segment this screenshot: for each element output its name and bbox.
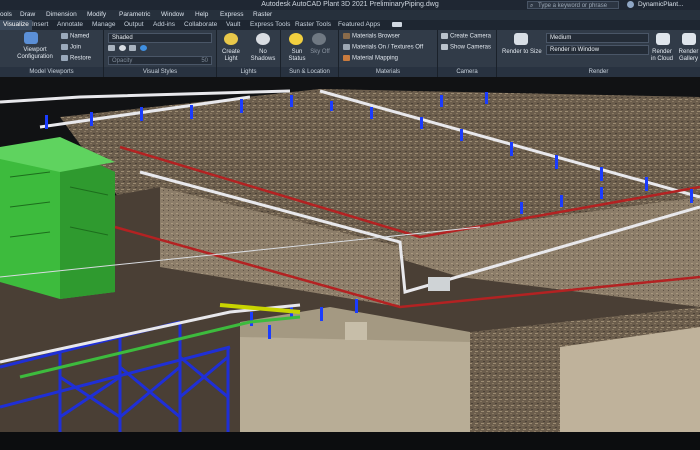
render-gallery-icon[interactable] xyxy=(682,33,696,45)
status-bar xyxy=(0,432,700,450)
rooftop-unit xyxy=(428,277,450,291)
tab-add-ins[interactable]: Add-ins xyxy=(153,20,175,30)
ribbon-tabs: Visualize Insert Annotate Manage Output … xyxy=(0,20,700,30)
menu-dimension[interactable]: Dimension xyxy=(46,10,77,20)
user-name[interactable]: DynamicPlant... xyxy=(638,0,684,10)
sky-off-button[interactable]: Sky Off xyxy=(310,49,330,56)
camera-icon xyxy=(441,33,448,39)
render-target-dropdown[interactable]: Render in Window xyxy=(546,45,649,55)
render-quality-dropdown[interactable]: Medium xyxy=(546,33,649,43)
panel-visual-styles[interactable]: Visual Styles xyxy=(104,67,216,77)
visual-style-value: Shaded xyxy=(112,35,133,41)
material-mapping-button[interactable]: Material Mapping xyxy=(343,55,398,62)
named-label: Named xyxy=(70,33,90,40)
menu-modify[interactable]: Modify xyxy=(87,10,106,20)
shadows-icon[interactable] xyxy=(256,33,270,45)
ribbon: Viewport Configuration Named Join Restor… xyxy=(0,30,700,77)
panel-sun-location[interactable]: Sun & Location xyxy=(281,67,338,77)
viewport-config-button[interactable]: Viewport Configuration xyxy=(15,47,55,61)
point-cloud-scene[interactable] xyxy=(0,77,700,450)
restore-label: Restore xyxy=(70,55,92,62)
tab-express-tools[interactable]: Express Tools xyxy=(250,20,290,30)
panel-materials[interactable]: Materials xyxy=(339,67,437,77)
no-shadows-button[interactable]: No Shadows xyxy=(249,49,277,63)
materials-on-icon xyxy=(343,44,350,50)
menu-window[interactable]: Window xyxy=(161,10,184,20)
create-light-button[interactable]: Create Light xyxy=(219,49,243,63)
restore-icon xyxy=(61,55,68,61)
opacity-slider[interactable]: Opacity 50 xyxy=(108,56,212,65)
create-camera-button[interactable]: Create Camera xyxy=(441,33,491,40)
user-icon[interactable] xyxy=(627,1,634,8)
visual-style-tools[interactable] xyxy=(108,45,149,52)
menu-help[interactable]: Help xyxy=(195,10,208,20)
panel-camera[interactable]: Camera xyxy=(438,67,496,77)
menu-draw[interactable]: Draw xyxy=(20,10,35,20)
render-gallery-button[interactable]: Render Gallery xyxy=(677,49,700,63)
search-input[interactable]: ⌕ Type a keyword or phrase xyxy=(527,1,619,9)
materials-textures-dropdown[interactable]: Materials On / Textures Off xyxy=(343,44,423,51)
model-viewport[interactable] xyxy=(0,77,700,450)
menu-raster[interactable]: Raster xyxy=(253,10,272,20)
join-label: Join xyxy=(70,44,82,51)
materials-browser-icon xyxy=(343,33,350,39)
materials-browser-button[interactable]: Materials Browser xyxy=(343,33,400,40)
edge-icon xyxy=(108,45,115,51)
render-cloud-icon[interactable] xyxy=(656,33,670,45)
material-mapping-label: Material Mapping xyxy=(352,55,399,62)
render-in-cloud-button[interactable]: Render in Cloud xyxy=(650,49,674,63)
named-icon xyxy=(61,33,68,39)
named-button[interactable]: Named xyxy=(61,33,89,40)
sun-status-button[interactable]: Sun Status xyxy=(285,49,309,63)
sky-icon[interactable] xyxy=(312,33,326,45)
restore-button[interactable]: Restore xyxy=(61,55,91,62)
join-icon xyxy=(61,44,68,50)
panel-render[interactable]: Render xyxy=(497,67,700,77)
menu-tools[interactable]: ools xyxy=(0,10,12,20)
menu-parametric[interactable]: Parametric xyxy=(119,10,150,20)
tab-raster-tools[interactable]: Raster Tools xyxy=(295,20,331,30)
materials-browser-label: Materials Browser xyxy=(352,33,401,40)
panel-lights[interactable]: Lights xyxy=(217,67,280,77)
search-icon: ⌕ xyxy=(530,3,534,9)
menu-express[interactable]: Express xyxy=(220,10,243,20)
join-button[interactable]: Join xyxy=(61,44,81,51)
search-placeholder: Type a keyword or phrase xyxy=(538,3,608,9)
show-cameras-button[interactable]: Show Cameras xyxy=(441,44,491,51)
materials-textures-label: Materials On / Textures Off xyxy=(352,44,424,51)
sun-icon[interactable] xyxy=(289,33,303,45)
render-target-value: Render in Window xyxy=(550,47,600,53)
tab-collaborate[interactable]: Collaborate xyxy=(184,20,217,30)
viewport-config-icon[interactable] xyxy=(24,32,38,44)
render-to-size-button[interactable]: Render to Size xyxy=(502,49,542,55)
tab-overflow-icon[interactable] xyxy=(392,22,402,27)
create-light-icon[interactable] xyxy=(224,33,238,45)
show-cameras-icon xyxy=(441,44,448,50)
color-icon xyxy=(140,45,148,51)
tab-insert[interactable]: Insert xyxy=(32,20,48,30)
tab-vault[interactable]: Vault xyxy=(226,20,240,30)
create-camera-label: Create Camera xyxy=(450,33,492,40)
visual-style-dropdown[interactable]: Shaded xyxy=(108,33,212,43)
material-mapping-icon xyxy=(343,55,350,61)
tab-featured-apps[interactable]: Featured Apps xyxy=(338,20,380,30)
tab-visualize[interactable]: Visualize xyxy=(0,20,32,30)
menu-bar: ools Draw Dimension Modify Parametric Wi… xyxy=(0,10,700,20)
title-bar: Autodesk AutoCAD Plant 3D 2021 Prelimina… xyxy=(0,0,700,10)
opacity-value: 50 xyxy=(201,58,208,64)
render-quality-value: Medium xyxy=(550,35,572,41)
show-cameras-label: Show Cameras xyxy=(450,44,492,51)
sphere-icon xyxy=(118,45,126,51)
opacity-label: Opacity xyxy=(112,58,133,64)
tab-annotate[interactable]: Annotate xyxy=(57,20,83,30)
tab-output[interactable]: Output xyxy=(124,20,144,30)
panel-model-viewports[interactable]: Model Viewports xyxy=(0,67,103,77)
xray-icon xyxy=(129,45,137,51)
tab-manage[interactable]: Manage xyxy=(92,20,116,30)
teapot-icon[interactable] xyxy=(514,33,528,45)
